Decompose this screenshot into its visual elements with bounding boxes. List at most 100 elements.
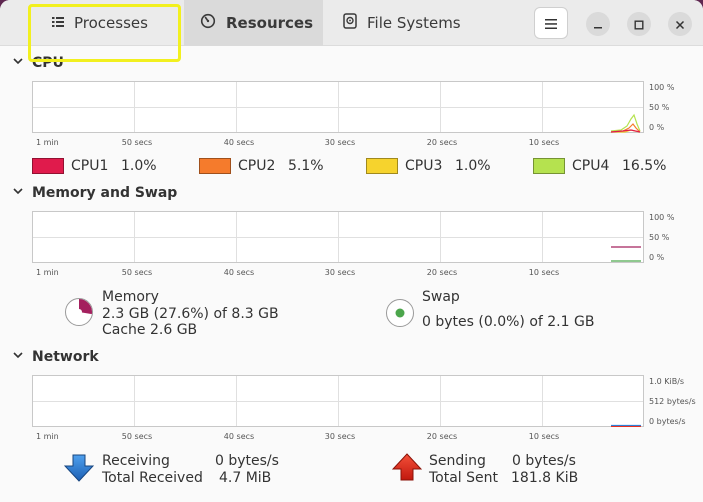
memory-pie-chart <box>65 298 93 326</box>
arrow-down-icon <box>63 454 95 482</box>
network-x-label: 40 secs <box>223 432 255 441</box>
memory-x-label: 40 secs <box>223 268 255 277</box>
swap-pie-button[interactable] <box>385 298 415 332</box>
tab-resources[interactable]: Resources <box>184 0 323 46</box>
total-sent-label: Total Sent <box>429 469 499 486</box>
cpu3-color-button[interactable] <box>366 158 398 174</box>
cpu4-value: 16.5% <box>622 158 667 174</box>
chevron-down-icon <box>12 349 24 365</box>
memory-x-label: 1 min <box>36 268 59 277</box>
chevron-down-icon <box>12 185 24 201</box>
disk-icon <box>343 13 357 33</box>
maximize-button[interactable] <box>627 12 651 36</box>
cpu1-legend: CPU1 1.0% <box>32 158 157 174</box>
cpu4-color-button[interactable] <box>533 158 565 174</box>
total-received-label: Total Received <box>102 469 203 486</box>
receiving-value: 0 bytes/s <box>215 453 279 469</box>
section-title: Memory and Swap <box>32 185 178 201</box>
swap-usage: 0 bytes (0.0%) of 2.1 GB <box>422 313 595 330</box>
cpu-x-label: 1 min <box>36 138 59 147</box>
tab-label: Resources <box>226 14 314 32</box>
tab-label: File Systems <box>367 14 461 32</box>
system-monitor-window: Processes Resources File Systems CPU 100… <box>0 0 703 502</box>
cpu1-color-button[interactable] <box>32 158 64 174</box>
receiving-label: Receiving <box>102 453 170 469</box>
cpu-x-label: 20 secs <box>426 138 458 147</box>
gauge-icon <box>200 13 216 33</box>
tab-label: Processes <box>74 14 148 32</box>
memory-graph <box>32 211 644 263</box>
minimize-button[interactable] <box>586 12 610 36</box>
memory-y-label-mid: 50 % <box>649 233 670 242</box>
memory-x-label: 50 secs <box>121 268 153 277</box>
cpu3-label: CPU3 <box>405 158 443 174</box>
cpu3-value: 1.0% <box>455 158 491 174</box>
memory-section-header[interactable]: Memory and Swap <box>12 185 177 201</box>
network-section-header[interactable]: Network <box>12 349 99 365</box>
tab-file-systems[interactable]: File Systems <box>323 0 473 46</box>
list-icon <box>52 14 64 32</box>
arrow-up-icon <box>391 453 423 481</box>
memory-cache: Cache 2.6 GB <box>102 322 198 338</box>
memory-x-label: 10 secs <box>528 268 560 277</box>
network-x-label: 10 secs <box>528 432 560 441</box>
total-received-value: 4.7 MiB <box>219 469 272 486</box>
sending-color-button[interactable] <box>391 453 423 485</box>
sending-info: Sending Total Sent <box>429 453 498 486</box>
cpu3-legend: CPU3 1.0% <box>366 158 491 174</box>
sending-label: Sending <box>429 453 486 469</box>
tab-processes[interactable]: Processes <box>28 0 184 46</box>
main-menu-button[interactable] <box>534 7 568 39</box>
receiving-color-button[interactable] <box>63 454 95 486</box>
sending-value: 0 bytes/s <box>512 453 576 469</box>
close-button[interactable] <box>668 12 692 36</box>
swap-pie-chart <box>386 299 414 327</box>
total-sent-value: 181.8 KiB <box>511 469 579 486</box>
cpu-y-label-min: 0 % <box>649 123 665 132</box>
cpu2-legend: CPU2 5.1% <box>199 158 324 174</box>
cpu1-label: CPU1 <box>71 158 109 174</box>
memory-x-label: 30 secs <box>324 268 356 277</box>
cpu-graph <box>32 81 644 133</box>
cpu2-value: 5.1% <box>288 158 324 174</box>
chevron-down-icon <box>12 55 24 71</box>
network-y-label-max: 1.0 KiB/s <box>649 377 685 386</box>
cpu-plot-lines <box>610 113 641 133</box>
cpu-x-label: 50 secs <box>121 138 153 147</box>
cpu-y-label-mid: 50 % <box>649 103 670 112</box>
cpu1-value: 1.0% <box>121 158 157 174</box>
network-x-label: 1 min <box>36 432 59 441</box>
cpu4-legend: CPU4 16.5% <box>533 158 666 174</box>
cpu2-label: CPU2 <box>238 158 276 174</box>
memory-y-label-min: 0 % <box>649 253 665 262</box>
memory-usage: 2.3 GB (27.6%) of 8.3 GB <box>102 305 279 322</box>
network-x-label: 20 secs <box>426 432 458 441</box>
receiving-info: Receiving Total Received <box>102 453 203 486</box>
swap-label: Swap <box>422 289 460 305</box>
cpu4-label: CPU4 <box>572 158 610 174</box>
memory-info: Memory 2.3 GB (27.6%) of 8.3 GB Cache 2.… <box>102 289 279 339</box>
memory-label: Memory <box>102 289 159 305</box>
section-title: CPU <box>32 55 64 71</box>
hamburger-icon <box>545 14 557 33</box>
network-y-label-min: 0 bytes/s <box>649 417 686 426</box>
network-graph <box>32 375 644 427</box>
cpu-y-label-max: 100 % <box>649 83 675 92</box>
memory-x-label: 20 secs <box>426 268 458 277</box>
cpu-x-label: 10 secs <box>528 138 560 147</box>
cpu-section-header[interactable]: CPU <box>12 55 64 71</box>
network-x-label: 50 secs <box>121 432 153 441</box>
network-y-label-mid: 512 bytes/s <box>649 397 696 406</box>
network-x-label: 30 secs <box>324 432 356 441</box>
maximize-icon <box>634 15 644 34</box>
memory-y-label-max: 100 % <box>649 213 675 222</box>
network-plot-lines <box>611 424 641 427</box>
close-icon <box>675 15 685 34</box>
cpu2-color-button[interactable] <box>199 158 231 174</box>
swap-info: Swap 0 bytes (0.0%) of 2.1 GB <box>422 289 594 330</box>
section-title: Network <box>32 349 99 365</box>
cpu-x-label: 40 secs <box>223 138 255 147</box>
cpu-x-label: 30 secs <box>324 138 356 147</box>
memory-pie-button[interactable] <box>64 297 94 331</box>
minimize-icon <box>593 15 603 34</box>
